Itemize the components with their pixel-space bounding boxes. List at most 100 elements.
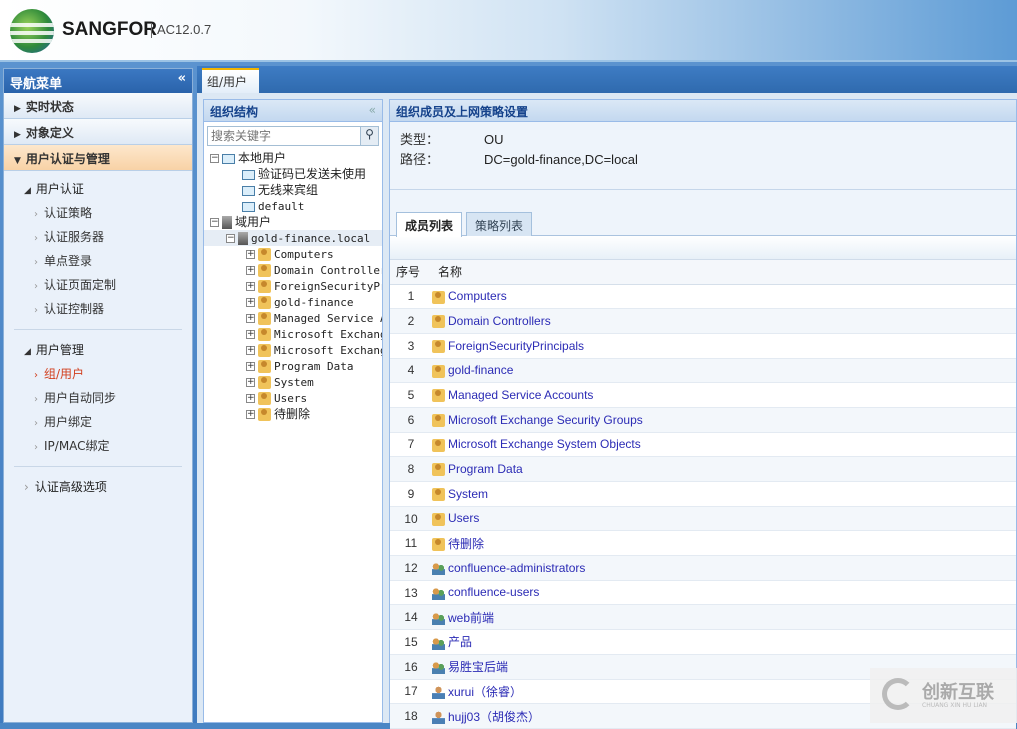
table-row[interactable]: 10 Users: [390, 506, 1016, 532]
tab-member-list[interactable]: 成员列表: [396, 212, 463, 237]
nav-item-advanced[interactable]: › 认证高级选项: [4, 475, 192, 499]
nav-group-user-mgmt[interactable]: ◢ 用户管理: [4, 338, 192, 362]
tree-node-ou[interactable]: + 待删除: [204, 406, 382, 422]
nav-menu: 导航菜单 « ▶ 实时状态 ▶ 对象定义 ▼ 用户认证与管理 ◢ 用户认证 › 认证策略 ›…: [3, 68, 193, 723]
table-row[interactable]: 9 System: [390, 481, 1016, 507]
tree-node-ou[interactable]: + Microsoft Exchange Security Groups: [204, 326, 382, 342]
table-row[interactable]: 11 待删除: [390, 530, 1016, 557]
member-link[interactable]: 待删除: [448, 537, 484, 551]
member-link[interactable]: Managed Service Accounts: [448, 388, 593, 402]
tree-node-ou[interactable]: + Domain Controllers: [204, 262, 382, 278]
tree-node-label: default: [258, 200, 305, 213]
tree-node-ou[interactable]: + gold-finance: [204, 294, 382, 310]
nav-item-group-user[interactable]: › 组/用户: [4, 362, 192, 386]
expand-icon[interactable]: +: [246, 394, 255, 403]
search-icon[interactable]: ⚲: [360, 127, 378, 145]
member-link[interactable]: Program Data: [448, 462, 523, 476]
table-row[interactable]: 7 Microsoft Exchange System Objects: [390, 432, 1016, 458]
member-link[interactable]: Users: [448, 511, 479, 525]
tree-node-ou[interactable]: + Managed Service Accounts: [204, 310, 382, 326]
expand-icon[interactable]: +: [246, 346, 255, 355]
expand-icon[interactable]: +: [246, 330, 255, 339]
member-link[interactable]: System: [448, 487, 488, 501]
caret-right-icon: ▶: [14, 130, 21, 140]
member-link[interactable]: Microsoft Exchange System Objects: [448, 437, 641, 451]
tree-node-ou[interactable]: + Program Data: [204, 358, 382, 374]
member-link[interactable]: Domain Controllers: [448, 314, 551, 328]
org-title: 组织结构: [210, 105, 259, 119]
table-row[interactable]: 6 Microsoft Exchange Security Groups: [390, 407, 1016, 433]
expand-icon[interactable]: +: [246, 314, 255, 323]
table-row[interactable]: 4 gold-finance: [390, 358, 1016, 384]
expand-icon[interactable]: +: [246, 410, 255, 419]
nav-group-user-auth[interactable]: ◢ 用户认证: [4, 177, 192, 201]
member-link[interactable]: Microsoft Exchange Security Groups: [448, 413, 643, 427]
item-label: 认证服务器: [44, 230, 105, 244]
collapse-icon[interactable]: −: [210, 154, 219, 163]
nav-section-user-auth[interactable]: ▼ 用户认证与管理: [4, 145, 192, 171]
collapse-icon[interactable]: −: [226, 234, 235, 243]
tree-node-ou[interactable]: + Microsoft Exchange System Objects: [204, 342, 382, 358]
table-row[interactable]: 14 web前端: [390, 604, 1016, 631]
tree-node-ou[interactable]: + ForeignSecurityPrincipals: [204, 278, 382, 294]
row-index: 15: [390, 629, 432, 655]
table-row[interactable]: 12 confluence-administrators: [390, 555, 1016, 581]
tab-policy-list[interactable]: 策略列表: [466, 212, 533, 236]
member-link[interactable]: web前端: [448, 611, 494, 625]
member-link[interactable]: confluence-administrators: [448, 561, 585, 575]
nav-item-auth-controller[interactable]: › 认证控制器: [4, 297, 192, 321]
nav-section-realtime[interactable]: ▶ 实时状态: [4, 93, 192, 119]
nav-item-auth-server[interactable]: › 认证服务器: [4, 225, 192, 249]
member-link[interactable]: hujj03（胡俊杰）: [448, 710, 540, 724]
nav-item-ip-mac-binding[interactable]: › IP/MAC绑定: [4, 434, 192, 458]
table-row[interactable]: 2 Domain Controllers: [390, 308, 1016, 334]
table-row[interactable]: 5 Managed Service Accounts: [390, 382, 1016, 408]
tree-node-ou[interactable]: + System: [204, 374, 382, 390]
tree-node-local-users[interactable]: − 本地用户: [204, 150, 382, 166]
item-label: 认证策略: [44, 206, 93, 220]
section-label: 实时状态: [25, 100, 74, 114]
expand-icon[interactable]: +: [246, 378, 255, 387]
expand-icon[interactable]: +: [246, 362, 255, 371]
tree-node-local-group[interactable]: 无线来宾组: [204, 182, 382, 198]
expand-icon[interactable]: +: [246, 250, 255, 259]
collapse-org-icon[interactable]: «: [369, 103, 376, 117]
tree-node-local-group[interactable]: default: [204, 198, 382, 214]
tree-node-ou[interactable]: + Computers: [204, 246, 382, 262]
member-link[interactable]: 产品: [448, 635, 472, 649]
tree-node-domain-root[interactable]: − gold-finance.local: [204, 230, 382, 246]
member-link[interactable]: Computers: [448, 289, 507, 303]
member-link[interactable]: ForeignSecurityPrincipals: [448, 339, 584, 353]
expand-icon[interactable]: +: [246, 266, 255, 275]
nav-item-auto-sync[interactable]: › 用户自动同步: [4, 386, 192, 410]
nav-item-auth-policy[interactable]: › 认证策略: [4, 201, 192, 225]
tree-node-domain-users[interactable]: − 域用户: [204, 214, 382, 230]
tree-node-local-group[interactable]: 验证码已发送未使用: [204, 166, 382, 182]
tab-group-user[interactable]: 组/用户: [202, 68, 259, 93]
member-link[interactable]: gold-finance: [448, 363, 513, 377]
member-link[interactable]: xurui（徐睿）: [448, 685, 522, 699]
local-group-icon: [242, 201, 255, 212]
member-link[interactable]: confluence-users: [448, 585, 539, 599]
collapse-nav-icon[interactable]: «: [178, 71, 186, 86]
nav-item-auth-page[interactable]: › 认证页面定制: [4, 273, 192, 297]
nav-section-objects[interactable]: ▶ 对象定义: [4, 119, 192, 145]
brand-name: SANGFOR: [62, 19, 157, 40]
table-row[interactable]: 3 ForeignSecurityPrincipals: [390, 333, 1016, 359]
collapse-icon[interactable]: −: [210, 218, 219, 227]
tree-node-label: gold-finance.local: [251, 232, 371, 245]
table-row[interactable]: 8 Program Data: [390, 456, 1016, 482]
tree-node-ou[interactable]: + Users: [204, 390, 382, 406]
group-label: 用户认证: [35, 182, 84, 196]
group-icon: [432, 612, 445, 626]
expand-icon[interactable]: +: [246, 298, 255, 307]
table-row[interactable]: 15 产品: [390, 629, 1016, 655]
table-row[interactable]: 13 confluence-users: [390, 580, 1016, 606]
table-row[interactable]: 1 Computers: [390, 284, 1016, 310]
nav-item-user-binding[interactable]: › 用户绑定: [4, 410, 192, 434]
member-link[interactable]: 易胜宝后端: [448, 660, 508, 674]
item-label: 认证控制器: [44, 302, 105, 316]
nav-item-sso[interactable]: › 单点登录: [4, 249, 192, 273]
expand-icon[interactable]: +: [246, 282, 255, 291]
search-input[interactable]: [208, 127, 358, 145]
